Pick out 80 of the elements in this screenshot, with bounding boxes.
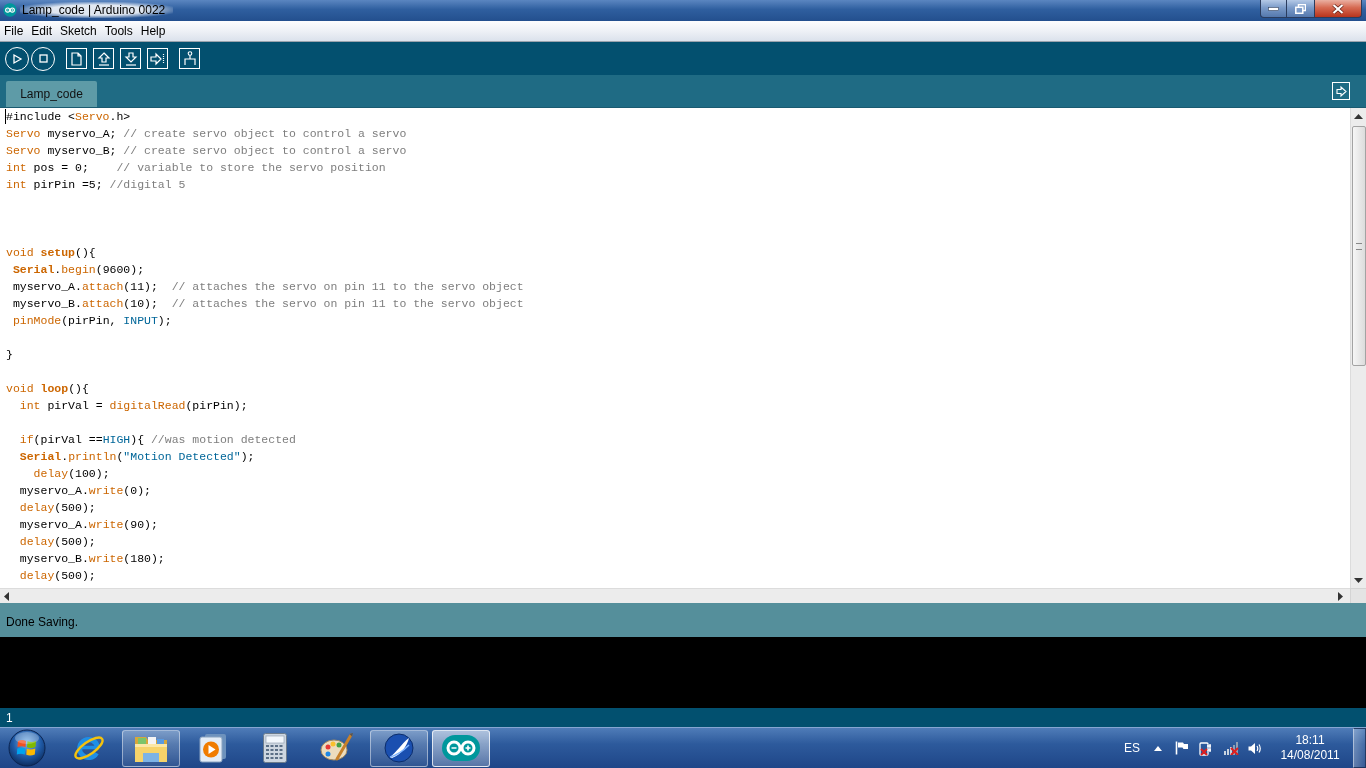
save-button[interactable] [120,48,141,69]
close-button[interactable] [1315,0,1362,18]
code-line: myservo_B.write(180); [18,551,165,567]
code-line: pinMode(pirPin, INPUT); [11,313,172,329]
code-line: #include <Servo.h> [6,109,131,125]
code-line: delay(500); [18,534,96,550]
play-icon [12,53,22,64]
upload-button[interactable] [147,48,168,69]
line-number: 1 [6,710,13,725]
plug-icon [183,51,196,66]
scrollbar-thumb[interactable] [1351,126,1366,366]
palette-icon [320,732,354,764]
taskbar-button[interactable] [432,729,490,767]
menu-item[interactable]: Edit [27,22,57,40]
code-line: delay(100); [32,466,110,482]
open-button[interactable] [93,48,114,69]
arrow-down-icon [124,51,137,66]
text-cursor [5,109,6,124]
code-line: myservo_A.attach(11); // attaches the servo on pin 11 to the servo object [11,279,524,295]
window-title: Lamp_code | Arduino 0022 [20,2,174,18]
code-line: delay(500); [18,500,96,516]
clock-date[interactable]: 14/08/2011 [1280,748,1340,763]
power-plug-icon[interactable] [1199,740,1213,756]
code-line: delay(500); [18,568,96,584]
infinity-logo-icon [442,735,480,761]
sketch-tab[interactable]: Lamp_code [6,81,97,107]
show-desktop-button[interactable] [1353,728,1366,768]
arrow-right-icon [1335,85,1347,97]
page-icon [71,51,82,66]
code-line: Servo myservo_A; // create servo object to control a servo [6,126,407,142]
restore-button[interactable] [1287,0,1315,18]
flag-icon[interactable] [1175,741,1189,755]
code-line: void loop(){ [6,381,89,397]
menu-item[interactable]: File [0,22,28,40]
code-line: } [6,347,13,363]
minimize-button[interactable] [1260,0,1287,18]
code-line: Servo myservo_B; // create servo object to control a servo [6,143,407,159]
code-line: int pirPin =5; //digital 5 [6,177,186,193]
menu-item[interactable]: Help [136,22,170,40]
taskbar-button[interactable] [370,729,428,767]
code-line: int pos = 0; // variable to store the servo position [6,160,386,176]
code-line: if(pirVal ==HIGH){ //was motion detected [18,432,296,448]
scroll-up-arrow-icon[interactable] [1354,114,1363,119]
speaker-icon[interactable] [1248,741,1262,755]
code-line: Serial.println("Motion Detected"); [18,449,255,465]
scroll-left-arrow-icon[interactable] [4,591,9,601]
menu-item[interactable]: Sketch [56,22,101,40]
language-indicator[interactable]: ES [1124,741,1139,755]
new-button[interactable] [66,48,87,69]
code-line: Serial.begin(9600); [11,262,145,278]
close-icon [1332,3,1344,14]
taskbar-button[interactable] [122,729,180,767]
calculator-icon [263,733,287,763]
start-button[interactable] [8,729,46,767]
code-line: myservo_A.write(0); [18,483,151,499]
stop-icon [38,54,48,63]
menu-item[interactable]: Tools [100,22,137,40]
horizontal-scrollbar[interactable] [0,588,1350,603]
restore-icon [1295,3,1306,14]
signal-bars-icon[interactable] [1224,741,1239,755]
caret-up-icon[interactable] [1154,745,1162,751]
scroll-down-arrow-icon[interactable] [1354,578,1363,583]
scroll-right-arrow-icon[interactable] [1338,591,1343,601]
status-message: Done Saving. [6,615,79,629]
tab-menu-button[interactable] [1332,82,1350,100]
start-orb-icon [8,729,46,767]
arrow-up-icon [97,51,110,66]
vertical-scrollbar[interactable] [1350,108,1366,588]
infinity-logo-icon [3,3,17,17]
serial-monitor-button[interactable] [179,48,200,69]
scrollbar-corner [1350,588,1366,603]
code-line: void setup(){ [6,245,96,261]
clock-time[interactable]: 18:11 [1295,733,1325,748]
swoosh-icon [384,733,414,763]
play-tile-icon [199,733,227,763]
code-line: myservo_A.write(90); [18,517,158,533]
code-line: myservo_B.attach(10); // attaches the servo on pin 11 to the servo object [11,296,524,312]
code-line: int pirVal = digitalRead(pirPin); [18,398,248,414]
arrow-right-icon [150,52,165,65]
minimize-icon [1268,6,1279,11]
